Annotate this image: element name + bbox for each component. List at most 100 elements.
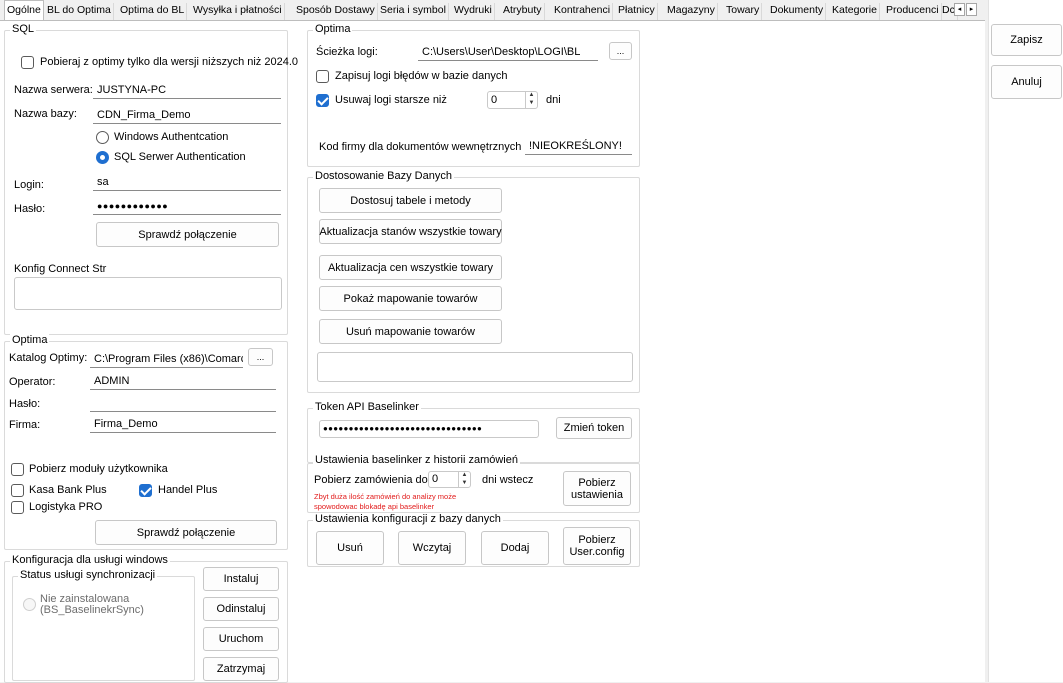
connect-str-label: Konfig Connect Str (14, 263, 107, 275)
kasa-bank-checkbox[interactable] (11, 484, 24, 497)
delete-logs-days-label: dni (546, 94, 561, 106)
tab-platnicy[interactable]: Płatnicy (616, 3, 658, 20)
history-warning-line2: spowodowac blokadę api baselinker (314, 502, 435, 511)
sql-check-connection-button[interactable]: Sprawdź połączenie (96, 222, 279, 247)
tab-scroll-right-icon[interactable]: ▸ (966, 3, 977, 16)
save-button[interactable]: Zapisz (991, 24, 1062, 56)
sql-group-title: SQL (10, 23, 37, 35)
tab-seria-symbol[interactable]: Seria i symbol (378, 3, 449, 20)
sql-auth-label: SQL Serwer Authentication (114, 151, 246, 163)
side-panel: Zapisz Anuluj (988, 0, 1063, 682)
connect-str-textarea[interactable] (14, 277, 282, 310)
update-prices-button[interactable]: Aktualizacja cen wszystkie towary (319, 255, 502, 280)
service-status-line2: (BS_BaselinekrSync) (40, 604, 144, 616)
tab-dokumenty[interactable]: Dokumenty (768, 3, 827, 20)
service-stop-button[interactable]: Zatrzymaj (203, 657, 279, 681)
handel-plus-label: Handel Plus (158, 484, 218, 496)
delete-logs-label: Usuwaj logi starsze niż (335, 94, 447, 106)
tab-strip: Ogólne BL do Optima Optima do BL Wysyłka… (0, 0, 985, 21)
fetch-orders-value: 0 (432, 473, 439, 485)
config-fetch-line1: Pobierz (578, 534, 616, 546)
delete-logs-spin-icon[interactable]: ▲ ▼ (525, 92, 537, 108)
tab-scroll-left-icon[interactable]: ◂ (954, 3, 965, 16)
delete-logs-days-value: 0 (491, 94, 498, 106)
config-load-button[interactable]: Wczytaj (398, 531, 466, 565)
fetch-orders-spinner[interactable]: 0 ▲ ▼ (428, 471, 471, 488)
config-fetch-button[interactable]: Pobierz User.config (563, 527, 631, 565)
optima-check-connection-button[interactable]: Sprawdź połączenie (95, 520, 277, 545)
cancel-button[interactable]: Anuluj (991, 65, 1062, 99)
windows-service-title: Konfiguracja dla usługi windows (10, 554, 170, 566)
change-token-button[interactable]: Zmień token (556, 417, 632, 439)
company-label: Firma: (9, 419, 41, 431)
optima-password-input[interactable] (90, 394, 276, 412)
optima-right-group-title: Optima (313, 23, 353, 35)
tab-atrybuty[interactable]: Atrybuty (501, 3, 545, 20)
config-add-button[interactable]: Dodaj (481, 531, 549, 565)
save-errors-checkbox[interactable] (316, 70, 329, 83)
service-start-button[interactable]: Uruchom (203, 627, 279, 651)
log-path-browse-button[interactable]: ... (609, 42, 632, 60)
operator-input[interactable]: ADMIN (90, 372, 276, 390)
fetch-settings-button[interactable]: Pobierz ustawienia (563, 471, 631, 506)
server-name-label: Nazwa serwera: (14, 84, 93, 96)
db-config-group-title: Ustawienia konfiguracji z bazy danych (313, 513, 503, 525)
login-input[interactable]: sa (93, 173, 281, 191)
sql-auth-radio[interactable] (96, 151, 109, 164)
config-fetch-line2: User.config (569, 546, 625, 558)
server-name-input[interactable]: JUSTYNA-PC (93, 81, 281, 99)
fetch-settings-line2: ustawienia (571, 488, 623, 501)
fetch-orders-label: Pobierz zamówienia do : (314, 474, 434, 486)
service-uninstall-button[interactable]: Odinstaluj (203, 597, 279, 621)
tab-wysylka[interactable]: Wysyłka i płatności (191, 3, 285, 20)
delete-logs-days-spinner[interactable]: 0 ▲ ▼ (487, 91, 538, 109)
service-status-group (12, 576, 195, 681)
handel-plus-checkbox[interactable] (139, 484, 152, 497)
catalog-input[interactable]: C:\Program Files (x86)\Comarch (90, 350, 243, 368)
log-path-input[interactable]: C:\Users\User\Desktop\LOGI\BL (418, 43, 598, 61)
fetch-settings-line1: Pobierz (578, 476, 616, 489)
optima-password-label: Hasło: (9, 398, 41, 410)
logistyka-checkbox[interactable] (11, 501, 24, 514)
tab-producenci[interactable]: Producenci (884, 3, 942, 20)
db-name-input[interactable]: CDN_Firma_Demo (93, 106, 281, 124)
catalog-browse-button[interactable]: ... (248, 348, 273, 366)
kasa-bank-label: Kasa Bank Plus (29, 484, 107, 496)
tab-magazyny[interactable]: Magazyny (665, 3, 718, 20)
operator-label: Operator: (9, 376, 56, 388)
history-group-title: Ustawienia baselinker z historii zamówie… (313, 454, 520, 466)
token-input[interactable]: ●●●●●●●●●●●●●●●●●●●●●●●●●●●●●●● (319, 420, 539, 438)
history-warning-line1: Zbyt duża ilość zamówień do analizy może (314, 492, 457, 501)
show-mapping-button[interactable]: Pokaż mapowanie towarów (319, 286, 502, 311)
windows-auth-radio[interactable] (96, 131, 109, 144)
tab-kategorie[interactable]: Kategorie (830, 3, 880, 20)
tab-towary[interactable]: Towary (724, 3, 763, 20)
days-back-label: dni wstecz (482, 474, 534, 486)
user-modules-checkbox[interactable] (11, 463, 24, 476)
tab-ogolne[interactable]: Ogólne (4, 0, 44, 21)
tab-bl-do-optima[interactable]: BL do Optima (45, 3, 114, 20)
tab-wydruki[interactable]: Wydruki (452, 3, 495, 20)
db-adjust-output-box (317, 352, 633, 382)
delete-logs-checkbox[interactable] (316, 94, 329, 107)
sql-password-input[interactable]: ●●●●●●●●●●●● (93, 197, 281, 215)
delete-mapping-button[interactable]: Usuń mapowanie towarów (319, 319, 502, 344)
company-code-label: Kod firmy dla dokumentów wewnętrznych (319, 141, 522, 153)
catalog-label: Katalog Optimy: (9, 352, 88, 364)
optima-version-label: Pobieraj z optimy tylko dla wersji niższ… (40, 56, 299, 68)
db-adjust-group-title: Dostosowanie Bazy Danych (313, 170, 454, 182)
service-install-button[interactable]: Instaluj (203, 567, 279, 591)
update-stock-button[interactable]: Aktualizacja stanów wszystkie towary (319, 219, 502, 244)
tab-sposob-dostawy[interactable]: Sposób Dostawy (294, 3, 378, 20)
logistyka-label: Logistyka PRO (29, 501, 103, 513)
config-delete-button[interactable]: Usuń (316, 531, 384, 565)
adjust-tables-button[interactable]: Dostosuj tabele i metody (319, 188, 502, 213)
fetch-orders-spin-icon[interactable]: ▲ ▼ (458, 472, 470, 487)
tab-optima-do-bl[interactable]: Optima do BL (118, 3, 188, 20)
db-name-label: Nazwa bazy: (14, 108, 77, 120)
company-code-input[interactable]: !NIEOKREŚLONY! (525, 137, 632, 155)
tab-kontrahenci[interactable]: Kontrahenci (552, 3, 614, 20)
optima-version-checkbox[interactable] (21, 56, 34, 69)
log-path-label: Ścieżka logi: (316, 46, 378, 58)
company-input[interactable]: Firma_Demo (90, 415, 276, 433)
